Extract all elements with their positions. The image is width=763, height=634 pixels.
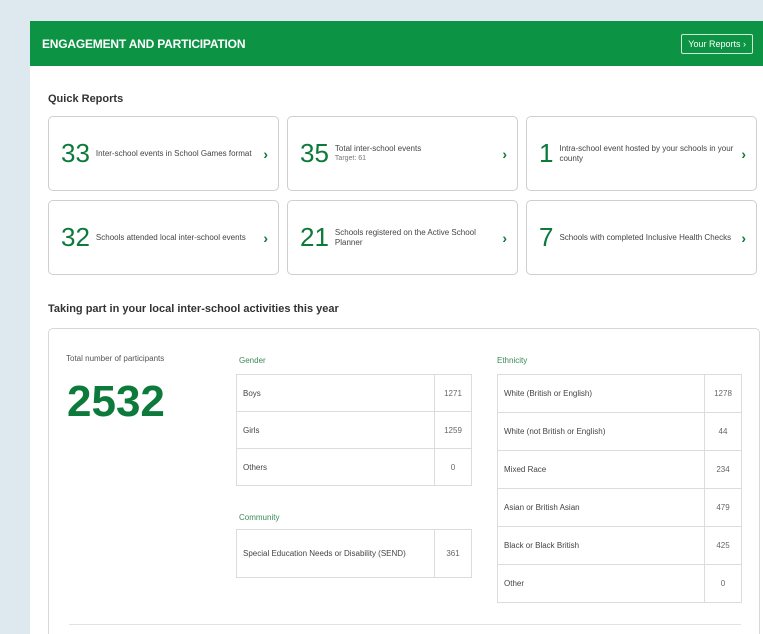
row-value: 1259	[434, 411, 472, 449]
engagement-panel: ENGAGEMENT AND PARTICIPATION Your Report…	[30, 21, 763, 634]
your-reports-button[interactable]: Your Reports ›	[681, 33, 753, 54]
table-row: Boys 1271	[236, 374, 472, 412]
quick-report-text: Schools registered on the Active School …	[334, 227, 476, 247]
row-label: Black or Black British	[497, 526, 705, 565]
row-label: White (British or English)	[497, 374, 705, 413]
chevron-right-icon: ›	[743, 38, 746, 49]
total-participants-label: Total number of participants	[66, 354, 165, 363]
divider	[69, 624, 741, 625]
taking-part-box: Total number of participants 2532 Gender…	[48, 328, 760, 634]
row-value: 0	[704, 564, 742, 603]
quick-report-text: Total inter-school events Target: 61	[335, 144, 498, 164]
row-label: Asian or British Asian	[497, 488, 705, 527]
row-label: Others	[236, 448, 435, 486]
quick-report-number: 1	[539, 138, 554, 168]
chevron-right-icon: ›	[741, 229, 746, 246]
table-row: Other 0	[497, 564, 742, 603]
row-value: 234	[704, 450, 742, 489]
row-value: 0	[434, 448, 472, 486]
quick-report-card[interactable]: 21 Schools registered on the Active Scho…	[287, 200, 518, 275]
page-title: ENGAGEMENT AND PARTICIPATION	[42, 36, 246, 51]
quick-report-text: Inter-school events in School Games form…	[95, 148, 252, 158]
row-value: 1278	[704, 374, 742, 413]
table-row: Mixed Race 234	[497, 450, 742, 489]
table-row: Girls 1259	[236, 411, 472, 449]
table-row: Black or Black British 425	[497, 526, 742, 565]
chevron-right-icon: ›	[741, 145, 746, 162]
row-label: Special Education Needs or Disability (S…	[236, 529, 435, 578]
chevron-right-icon: ›	[263, 229, 268, 246]
quick-report-text: Schools attended local inter-school even…	[95, 232, 246, 242]
row-label: Other	[497, 564, 705, 603]
row-value: 425	[704, 526, 742, 565]
ethnicity-table: White (British or English) 1278 White (n…	[497, 374, 742, 603]
quick-report-number: 35	[300, 138, 329, 168]
row-label: Boys	[236, 374, 435, 412]
quick-report-text: Schools with completed Inclusive Health …	[559, 232, 732, 242]
row-value: 479	[704, 488, 742, 527]
quick-report-card[interactable]: 32 Schools attended local inter-school e…	[48, 200, 279, 275]
gender-table: Boys 1271 Girls 1259 Others 0	[236, 374, 472, 486]
chevron-right-icon: ›	[502, 229, 507, 246]
table-row: White (not British or English) 44	[497, 412, 742, 451]
quick-report-number: 7	[539, 222, 554, 252]
total-participants-value: 2532	[67, 377, 165, 426]
taking-part-title: Taking part in your local inter-school a…	[48, 303, 339, 315]
row-value: 361	[434, 529, 472, 578]
chevron-right-icon: ›	[502, 145, 507, 162]
row-label: Girls	[236, 411, 435, 449]
community-table: Special Education Needs or Disability (S…	[236, 529, 472, 578]
quick-report-number: 21	[300, 222, 329, 252]
row-value: 44	[704, 412, 742, 451]
quick-report-card[interactable]: 7 Schools with completed Inclusive Healt…	[526, 200, 757, 275]
quick-report-card[interactable]: 1 Intra-school event hosted by your scho…	[526, 116, 757, 191]
quick-report-number: 32	[61, 222, 90, 252]
table-row: Asian or British Asian 479	[497, 488, 742, 527]
row-value: 1271	[434, 374, 472, 412]
quick-reports-grid: 33 Inter-school events in School Games f…	[48, 116, 757, 275]
table-row: White (British or English) 1278	[497, 374, 742, 413]
quick-report-subtext: Target: 61	[334, 154, 367, 162]
quick-reports-title: Quick Reports	[48, 93, 124, 105]
community-label: Community	[239, 513, 280, 522]
gender-label: Gender	[239, 356, 266, 365]
row-label: Mixed Race	[497, 450, 705, 489]
quick-report-text: Intra-school event hosted by your school…	[559, 143, 734, 163]
quick-report-card[interactable]: 35 Total inter-school events Target: 61 ›	[287, 116, 518, 191]
quick-report-card[interactable]: 33 Inter-school events in School Games f…	[48, 116, 279, 191]
quick-report-number: 33	[61, 138, 90, 168]
your-reports-label: Your Reports	[688, 38, 741, 49]
ethnicity-label: Ethnicity	[497, 356, 528, 365]
table-row: Special Education Needs or Disability (S…	[236, 529, 472, 578]
chevron-right-icon: ›	[263, 145, 268, 162]
row-label: White (not British or English)	[497, 412, 705, 451]
header-banner: ENGAGEMENT AND PARTICIPATION Your Report…	[30, 21, 763, 66]
table-row: Others 0	[236, 448, 472, 486]
